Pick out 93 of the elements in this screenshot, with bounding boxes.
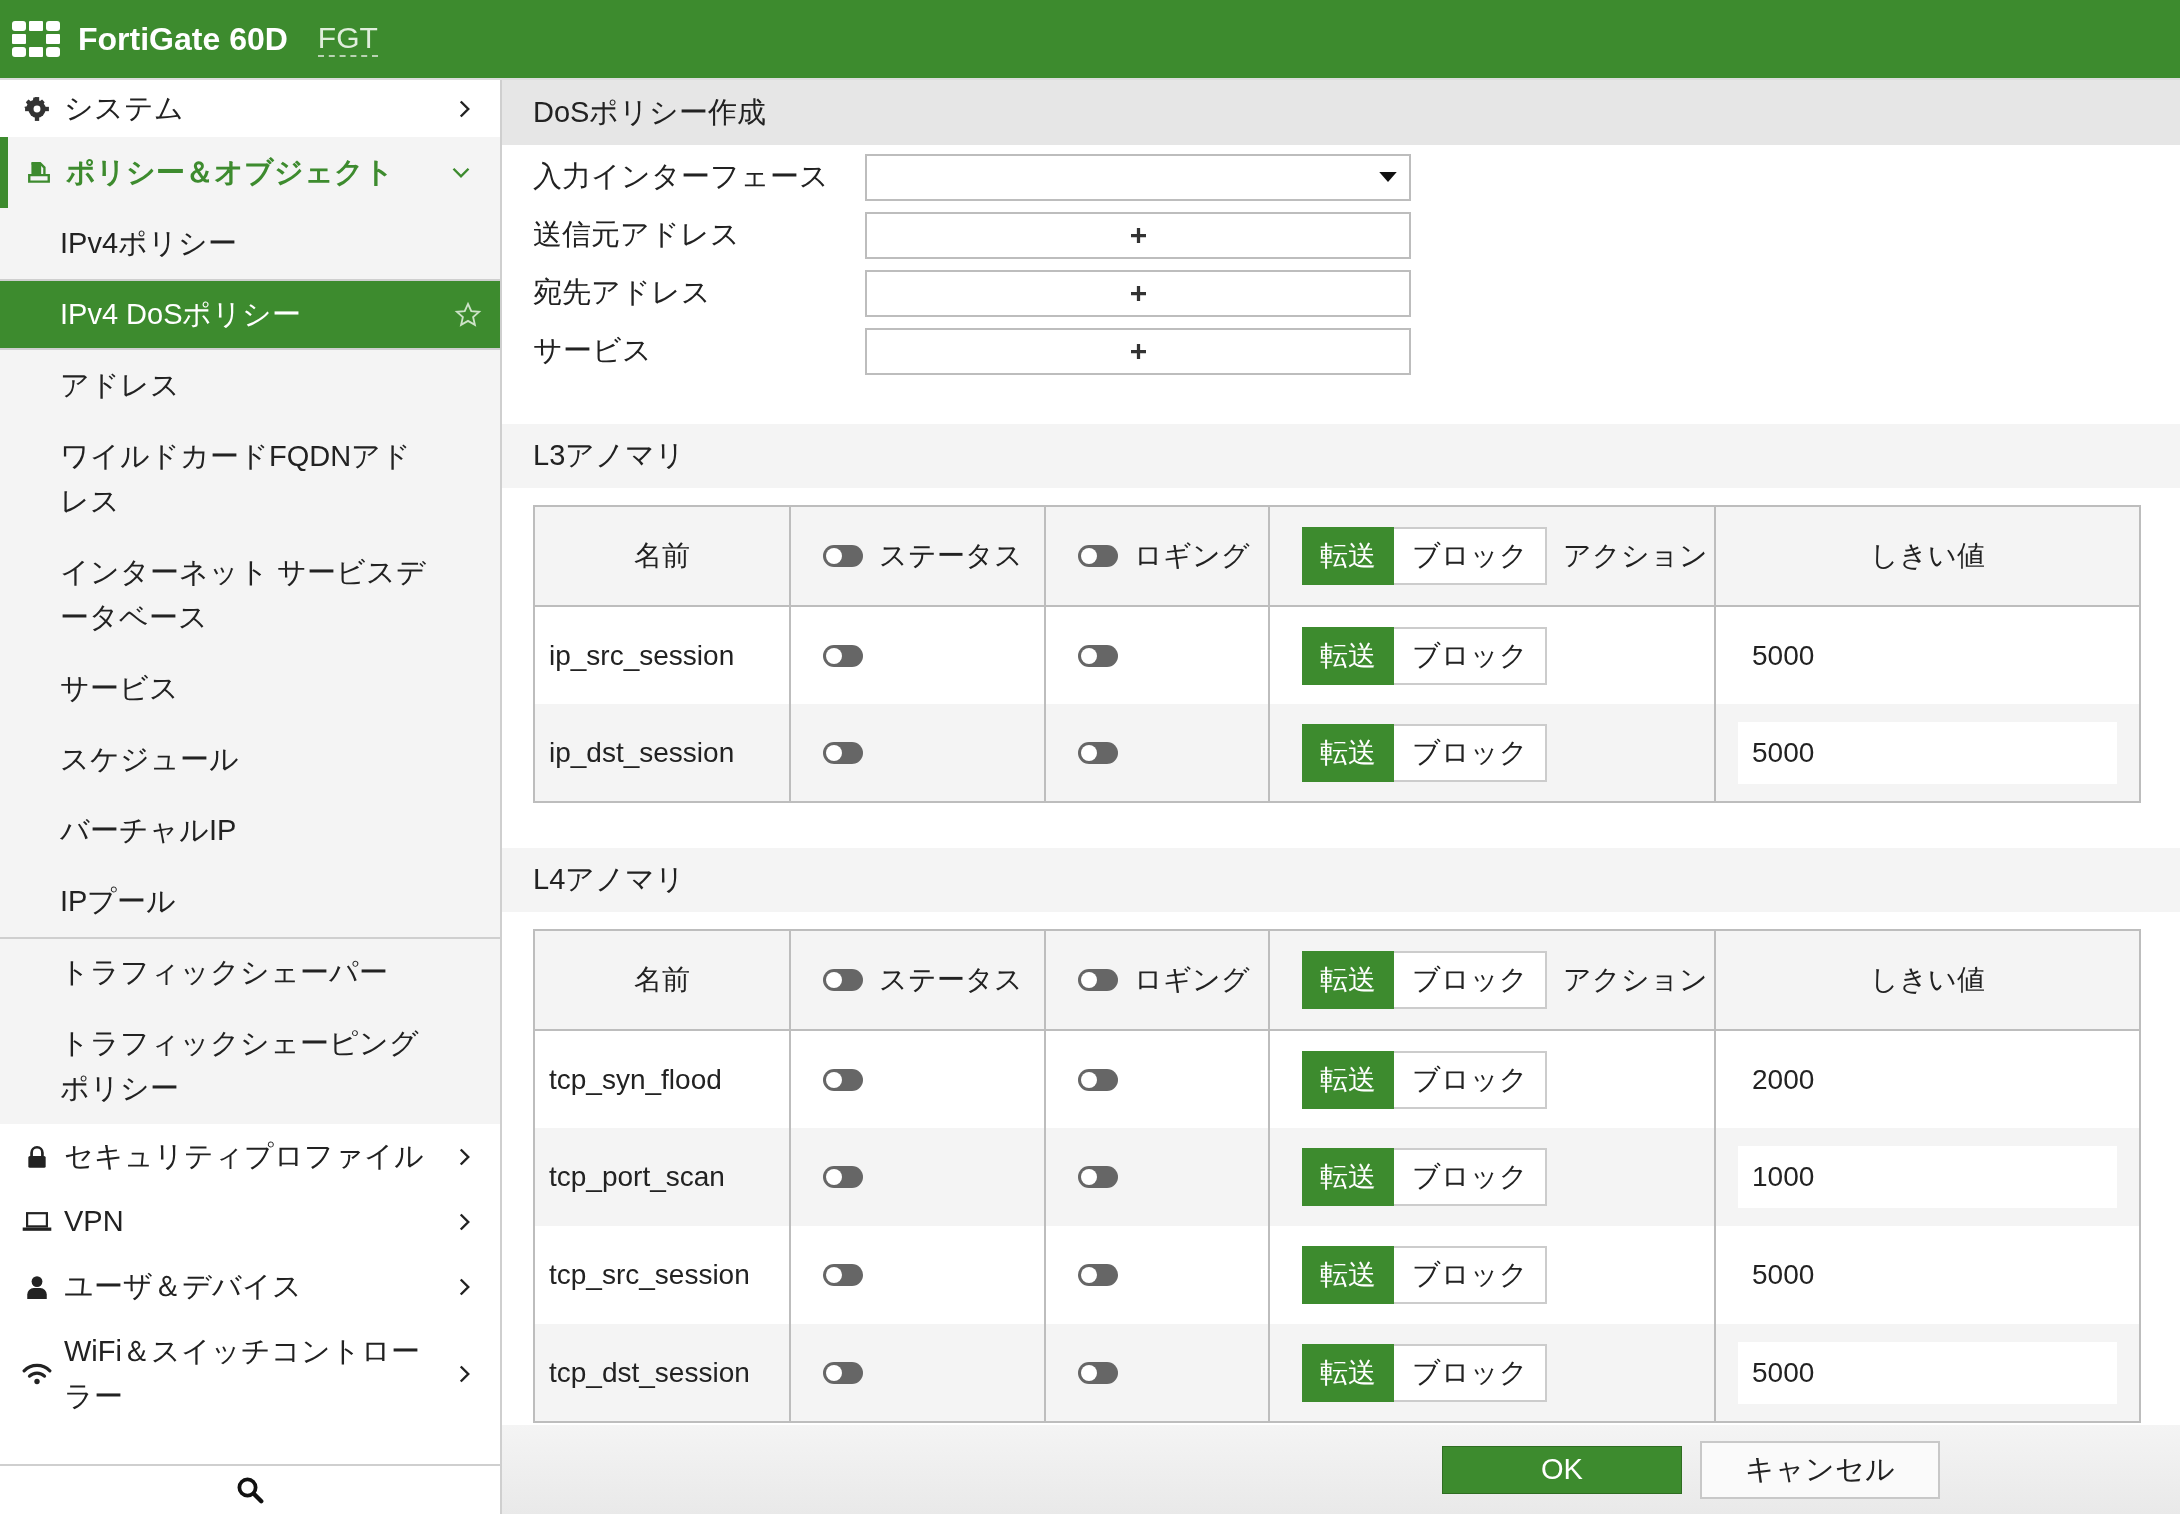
- toggle-switch[interactable]: [1078, 644, 1118, 667]
- search-icon[interactable]: [235, 1475, 265, 1505]
- segment-button[interactable]: 転送: [1302, 1148, 1394, 1206]
- column-header: アクション: [1563, 539, 1708, 573]
- sidebar-subitem[interactable]: スケジュール: [0, 724, 500, 795]
- segment-button[interactable]: 転送: [1302, 1246, 1394, 1304]
- segment-button[interactable]: 転送: [1302, 951, 1394, 1009]
- column-header: アクション: [1563, 963, 1708, 997]
- document-icon: [26, 159, 52, 186]
- page-title: DoSポリシー作成: [502, 80, 2180, 145]
- address-field[interactable]: [865, 327, 1411, 375]
- sidebar-subitem[interactable]: IPv4ポリシー: [0, 208, 500, 279]
- segment-button[interactable]: ブロック: [1394, 1148, 1547, 1206]
- toggle-switch[interactable]: [1078, 1264, 1118, 1286]
- field-label: 入力インターフェース: [533, 159, 830, 194]
- table-cell: tcp_src_session: [549, 1259, 750, 1290]
- segment-button[interactable]: ブロック: [1394, 527, 1547, 585]
- ok-button[interactable]: OK: [1442, 1445, 1682, 1494]
- cancel-button[interactable]: キャンセル: [1700, 1440, 1940, 1499]
- segment-button[interactable]: ブロック: [1394, 1050, 1547, 1109]
- sidebar-subitem[interactable]: IPv4 DoSポリシー: [0, 279, 500, 350]
- chevron-icon: [459, 1147, 470, 1166]
- segment-button[interactable]: ブロック: [1394, 1343, 1547, 1402]
- table-cell: tcp_dst_session: [549, 1356, 750, 1388]
- caret-icon: [1379, 172, 1397, 182]
- laptop-icon: [21, 1210, 53, 1233]
- sidebar-subitem[interactable]: バーチャルIP: [0, 795, 500, 866]
- segment-button[interactable]: ブロック: [1394, 951, 1547, 1009]
- gear-icon: [24, 95, 50, 122]
- logo-icon: [12, 21, 60, 57]
- column-header: ステータス: [879, 963, 1023, 997]
- hostname-link[interactable]: FGT: [317, 21, 378, 57]
- field-label: サービス: [533, 333, 653, 368]
- segment-button[interactable]: ブロック: [1394, 723, 1547, 782]
- plus-icon: [1130, 227, 1146, 243]
- toggle-switch[interactable]: [1078, 741, 1118, 764]
- plus-icon: [1130, 343, 1146, 359]
- column-header: 名前: [634, 964, 690, 995]
- field-label: 送信元アドレス: [533, 217, 741, 252]
- column-header: しきい値: [1870, 540, 1985, 571]
- user-icon: [24, 1273, 50, 1300]
- chevron-icon: [459, 1277, 470, 1296]
- segment-button[interactable]: 転送: [1302, 626, 1394, 685]
- table-cell: tcp_port_scan: [549, 1161, 725, 1192]
- sidebar-subitem[interactable]: トラフィックシェーピングポリシー: [0, 1008, 500, 1124]
- toggle-switch[interactable]: [1078, 1166, 1118, 1188]
- product-name: FortiGate 60D: [78, 20, 288, 58]
- column-header: しきい値: [1870, 964, 1985, 995]
- sidebar-subitem[interactable]: トラフィックシェーパー: [0, 937, 500, 1008]
- section-title: L4アノマリ: [533, 862, 686, 897]
- toggle-switch[interactable]: [1078, 969, 1118, 991]
- column-header: 名前: [634, 540, 690, 571]
- segment-button[interactable]: ブロック: [1394, 626, 1547, 685]
- segment-button[interactable]: 転送: [1302, 1050, 1394, 1109]
- section-title: L3アノマリ: [533, 438, 686, 473]
- address-field[interactable]: [865, 211, 1411, 259]
- toggle-switch[interactable]: [1078, 1361, 1118, 1384]
- table-cell: ip_dst_session: [549, 736, 735, 768]
- dropdown-field[interactable]: [865, 153, 1411, 201]
- toggle-switch[interactable]: [823, 1361, 863, 1384]
- toggle-switch[interactable]: [1078, 1068, 1118, 1091]
- segment-button[interactable]: 転送: [1302, 723, 1394, 782]
- segment-button[interactable]: ブロック: [1394, 1246, 1547, 1304]
- toggle-switch[interactable]: [823, 1068, 863, 1091]
- segment-button[interactable]: 転送: [1302, 1343, 1394, 1402]
- table-cell: ip_src_session: [549, 639, 735, 671]
- column-header: ロギング: [1134, 539, 1250, 573]
- toggle-switch[interactable]: [823, 545, 863, 567]
- toggle-switch[interactable]: [823, 741, 863, 764]
- column-header: ステータス: [879, 539, 1023, 573]
- plus-icon: [1130, 285, 1146, 301]
- toggle-switch[interactable]: [823, 644, 863, 667]
- address-field[interactable]: [865, 269, 1411, 317]
- sidebar-subitem[interactable]: アドレス: [0, 350, 500, 421]
- star-icon[interactable]: [454, 300, 482, 329]
- toggle-switch[interactable]: [823, 1264, 863, 1286]
- toggle-switch[interactable]: [1078, 545, 1118, 567]
- sidebar-subitem[interactable]: ワイルドカードFQDNアドレス: [0, 421, 500, 537]
- sidebar-subitem[interactable]: インターネット サービスデータベース: [0, 537, 500, 653]
- toggle-switch[interactable]: [823, 1166, 863, 1188]
- sidebar-subitem[interactable]: IPプール: [0, 866, 500, 937]
- field-label: 宛先アドレス: [533, 275, 712, 310]
- table-cell: tcp_syn_flood: [549, 1063, 722, 1095]
- chevron-icon: [459, 1212, 470, 1231]
- sidebar-item[interactable]: ポリシー＆オブジェクト: [0, 137, 500, 208]
- toggle-switch[interactable]: [823, 969, 863, 991]
- column-header: ロギング: [1134, 963, 1250, 997]
- chevron-icon: [459, 99, 470, 118]
- segment-button[interactable]: 転送: [1302, 527, 1394, 585]
- chevron-icon: [459, 1365, 470, 1383]
- wifi-icon: [22, 1362, 52, 1386]
- sidebar-subitem[interactable]: サービス: [0, 653, 500, 724]
- chevron-icon: [452, 167, 470, 178]
